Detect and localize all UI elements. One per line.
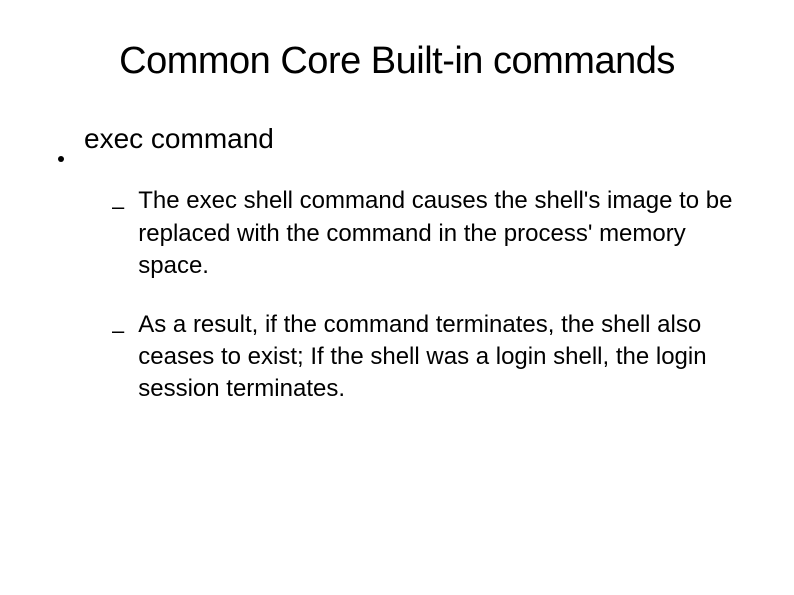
dash-icon: – xyxy=(112,196,124,218)
sub-item: – The exec shell command causes the shel… xyxy=(112,185,744,282)
bullet-dot-icon xyxy=(58,156,64,162)
sub-list: – The exec shell command causes the shel… xyxy=(112,185,744,405)
bullet-text: exec command xyxy=(84,121,274,157)
slide-title: Common Core Built-in commands xyxy=(50,40,744,83)
dash-icon: – xyxy=(112,320,124,342)
sub-item: – As a result, if the command terminates… xyxy=(112,309,744,406)
bullet-item: exec command xyxy=(50,121,744,157)
sub-text: The exec shell command causes the shell'… xyxy=(138,185,744,282)
sub-text: As a result, if the command terminates, … xyxy=(138,309,744,406)
